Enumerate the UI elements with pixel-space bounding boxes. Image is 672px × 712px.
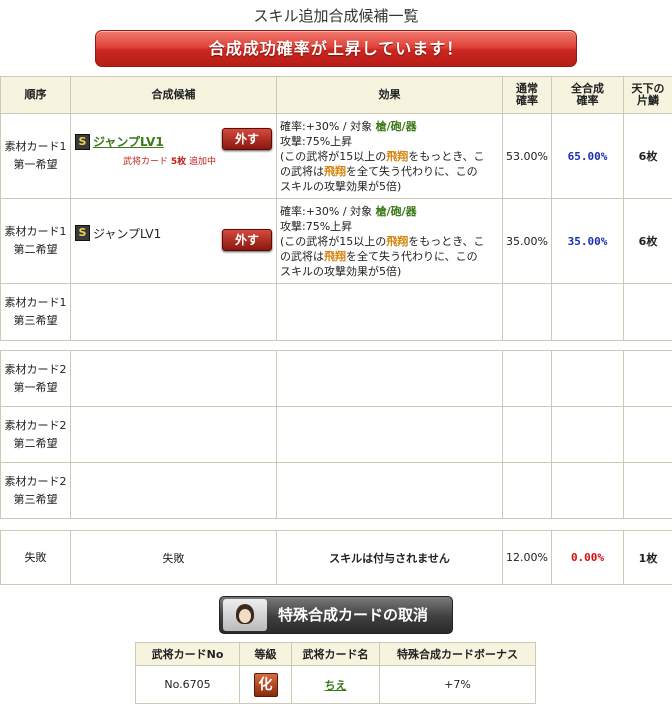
header-total-rate: 全合成 確率 — [551, 76, 624, 114]
skill-name-link[interactable]: ジャンプLV1 — [93, 135, 164, 149]
fail-table: 失敗 失敗 スキルは付与されません 12.00% 0.00% 1枚 — [0, 530, 672, 585]
fail-total-rate: 0.00% — [551, 530, 624, 585]
page-title: スキル追加合成候補一覧 — [253, 7, 419, 25]
card-row: No.6705 化 ちえ +7% — [135, 665, 536, 704]
header-tenka: 天下の 片鱗 — [623, 76, 672, 114]
table-row: 素材カード2 第一希望 — [0, 350, 672, 407]
table-row: 素材カード1 第一希望 S ジャンプLV1 外す 武将カード 5枚 追加中 確率:+… — [0, 113, 672, 199]
row-order: 素材カード2 第一希望 — [0, 350, 71, 407]
fail-normal-rate: 12.00% — [502, 530, 552, 585]
row-normal-rate: 53.00% — [502, 113, 552, 199]
card-header-no: 武将カードNo — [135, 642, 240, 666]
skill-rank-badge: S — [75, 225, 90, 241]
row-order: 素材カード2 第二希望 — [0, 406, 71, 463]
row-order: 素材カード1 第二希望 — [0, 198, 71, 284]
row-candidate: S ジャンプLV1 外す 武将カード 5枚 追加中 — [70, 113, 277, 199]
card-header-bonus: 特殊合成カードボーナス — [379, 642, 536, 666]
fail-tenka: 1枚 — [623, 530, 672, 585]
table-row: 素材カード1 第二希望 S ジャンプLV1 外す 確率:+30% / 対象 槍/砲/… — [0, 198, 672, 284]
row-effect: 確率:+30% / 対象 槍/砲/器 攻撃:75%上昇 (この武将が15以上の飛… — [276, 198, 503, 284]
row-tenka: 6枚 — [623, 113, 672, 199]
header-normal-rate: 通常 確率 — [502, 76, 552, 114]
success-rate-banner: 合成成功確率が上昇しています！ — [95, 30, 577, 67]
fail-candidate: 失敗 — [70, 530, 277, 585]
card-header-rank: 等級 — [239, 642, 292, 666]
row-normal-rate: 35.00% — [502, 198, 552, 284]
card-rank: 化 — [239, 665, 292, 704]
header-order: 順序 — [0, 76, 71, 114]
table-row: 素材カード2 第三希望 — [0, 462, 672, 519]
fail-order: 失敗 — [0, 530, 71, 585]
table-header: 順序 合成候補 効果 通常 確率 全合成 確率 天下の 片鱗 — [0, 76, 672, 114]
card-bonus: +7% — [379, 665, 536, 704]
card-header-name: 武将カード名 — [291, 642, 380, 666]
row-effect: 確率:+30% / 対象 槍/砲/器 攻撃:75%上昇 (この武将が15以上の飛… — [276, 113, 503, 199]
remove-button[interactable]: 外す — [222, 128, 272, 150]
rank-icon: 化 — [253, 672, 278, 697]
header-candidate: 合成候補 — [70, 76, 277, 114]
table-row: 素材カード1 第三希望 — [0, 283, 672, 341]
table-row: 素材カード2 第二希望 — [0, 406, 672, 463]
candidate-table: 順序 合成候補 効果 通常 確率 全合成 確率 天下の 片鱗 素材カード1 第一希望 S… — [0, 76, 672, 341]
general-portrait-icon — [223, 599, 267, 631]
row-order: 素材カード1 第一希望 — [0, 113, 71, 199]
fail-row: 失敗 失敗 スキルは付与されません 12.00% 0.00% 1枚 — [0, 530, 672, 585]
candidate-table-material-2: 素材カード2 第一希望 素材カード2 第二希望 素材カード2 第三希望 — [0, 350, 672, 519]
row-tenka: 6枚 — [623, 198, 672, 284]
remove-button[interactable]: 外す — [222, 229, 272, 251]
card-name: ちえ — [291, 665, 380, 704]
header-effect: 効果 — [276, 76, 503, 114]
cancel-special-card-button[interactable]: 特殊合成カードの取消 — [219, 596, 453, 634]
row-total-rate: 35.00% — [551, 198, 624, 284]
special-card-table: 武将カードNo 等級 武将カード名 特殊合成カードボーナス No.6705 化 … — [135, 642, 536, 704]
card-table-header: 武将カードNo 等級 武将カード名 特殊合成カードボーナス — [135, 642, 536, 666]
added-note: 武将カード 5枚 追加中 — [123, 157, 217, 167]
skill-rank-badge: S — [75, 133, 90, 150]
fail-effect: スキルは付与されません — [276, 530, 503, 585]
row-total-rate: 65.00% — [551, 113, 624, 199]
card-no: No.6705 — [135, 665, 240, 704]
card-name-link[interactable]: ちえ — [325, 679, 347, 692]
row-candidate: S ジャンプLV1 外す — [70, 198, 277, 284]
skill-name: ジャンプLV1 — [93, 226, 162, 241]
row-order: 素材カード1 第三希望 — [0, 283, 71, 341]
row-order: 素材カード2 第三希望 — [0, 462, 71, 519]
